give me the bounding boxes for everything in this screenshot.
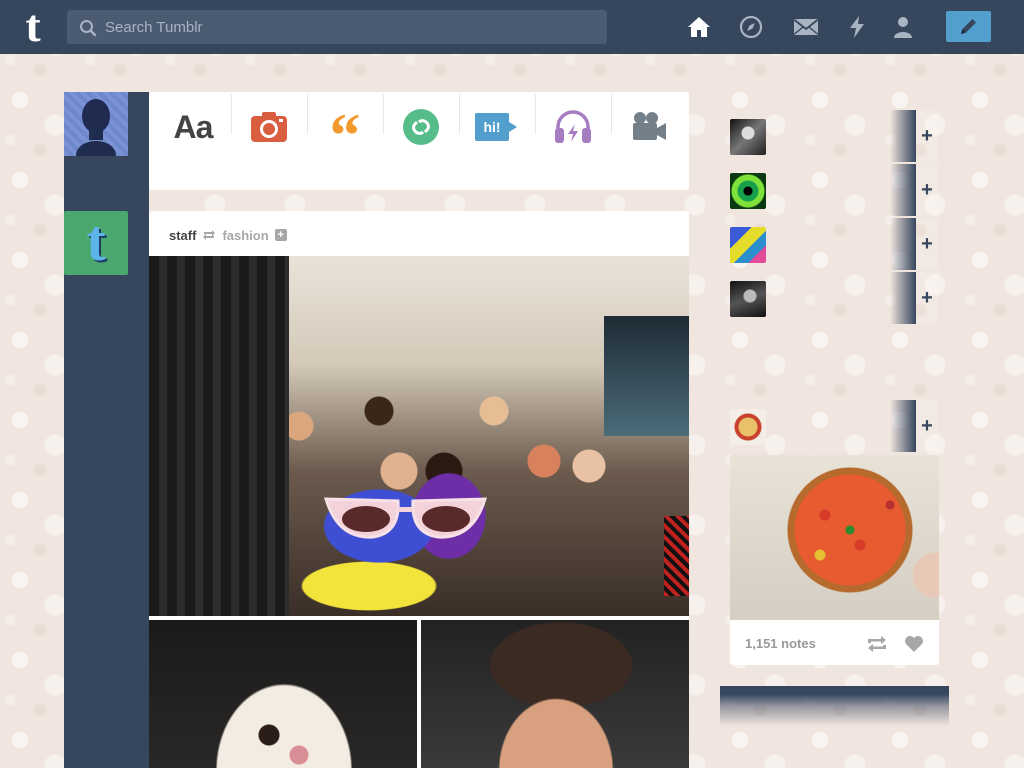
recommended-blog[interactable]: + [720,110,938,162]
follow-button[interactable]: + [916,218,938,270]
fade-overlay [890,272,916,324]
post-author-link[interactable]: staff [169,228,196,243]
search-input[interactable] [105,10,595,44]
photo-wall-detail [149,256,289,616]
blog-avatar [730,281,766,317]
headphones-icon [555,110,591,143]
search-bar[interactable] [67,10,607,44]
post-type-selector: Aa “ hi! [149,92,689,190]
fade-overlay [890,110,916,162]
blog-avatar [730,173,766,209]
staff-avatar[interactable]: t [64,211,128,275]
follow-button[interactable]: + [916,272,938,324]
audio-post-button[interactable] [535,92,611,162]
follow-source-button[interactable]: + [274,229,287,241]
reblog-icon [203,230,216,240]
chat-label: hi! [483,119,500,135]
blog-avatar [730,227,766,263]
follow-button[interactable]: + [916,110,938,162]
video-camera-icon [633,112,666,140]
radar-blog[interactable]: + [720,400,938,452]
text-post-button[interactable]: Aa [155,92,231,162]
radar-post: 1,151 notes [730,455,939,665]
heart-icon[interactable] [904,635,924,653]
dashboard-column-background [64,92,149,768]
camera-icon [251,112,287,142]
post-photo-sunglasses[interactable] [421,620,689,768]
compose-button[interactable] [946,11,991,42]
fade-overlay [890,400,916,452]
quote-icon: “ [329,102,361,170]
blog-avatar [730,409,766,445]
fade-overlay [890,164,916,216]
post-photo-dog[interactable] [149,620,417,768]
photo-window-detail [604,316,689,436]
fade-overlay [890,218,916,270]
recommended-blog[interactable]: + [720,272,938,324]
home-icon[interactable] [687,15,711,39]
activity-icon[interactable] [845,15,869,39]
search-icon [80,20,97,37]
sunglasses-detail [323,497,488,539]
follow-button[interactable]: + [916,164,938,216]
pencil-icon [961,19,976,34]
text-post-label: Aa [173,108,214,145]
explore-icon[interactable] [739,15,763,39]
recommended-blog[interactable]: + [720,164,938,216]
dashboard-post: staff fashion + [149,211,689,768]
chat-bubble-icon: hi! [475,113,517,141]
radar-photo-pizza[interactable] [730,455,939,620]
tumblr-logo[interactable]: t [16,3,50,49]
quote-post-button[interactable]: “ [307,92,383,167]
link-post-button[interactable] [383,92,459,162]
reblogged-from-link[interactable]: fashion [222,228,268,243]
notes-count[interactable]: 1,151 notes [745,636,816,651]
sidebar-fade [720,686,949,768]
photo-jacket-detail [664,516,689,596]
default-avatar-silhouette [76,99,116,156]
video-post-button[interactable] [611,92,687,162]
post-photo-party[interactable] [149,256,689,616]
link-icon [403,109,439,145]
reblog-icon[interactable] [866,635,888,653]
user-avatar[interactable] [64,92,128,156]
top-nav-bar: t [0,0,1024,54]
account-icon[interactable] [891,15,915,39]
blog-avatar [730,119,766,155]
follow-button[interactable]: + [916,400,938,452]
recommended-blog[interactable]: + [720,218,938,270]
photo-post-button[interactable] [231,92,307,162]
chat-post-button[interactable]: hi! [459,92,535,162]
inbox-icon[interactable] [793,15,819,39]
post-header: staff fashion + [169,227,287,243]
